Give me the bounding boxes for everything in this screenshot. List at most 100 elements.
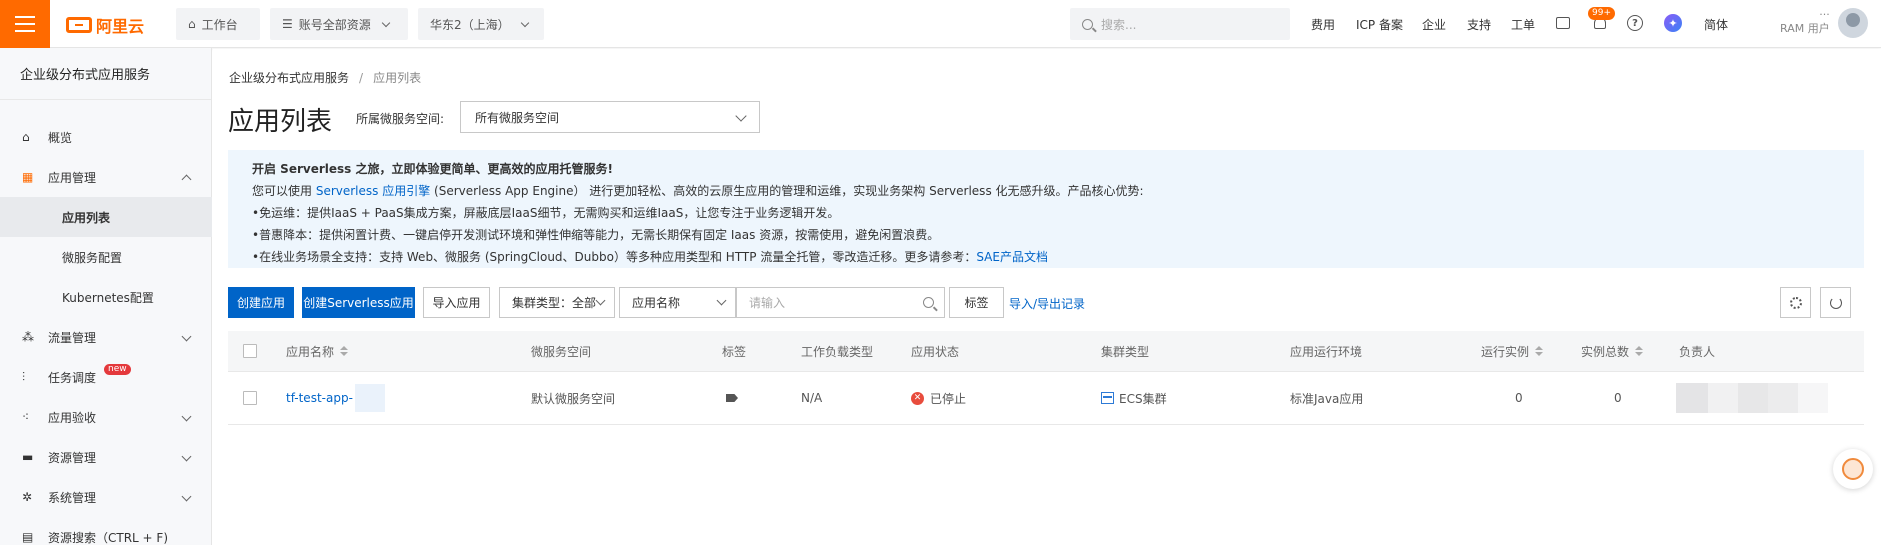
sidebar-title: 企业级分布式应用服务 [0, 48, 211, 100]
menu-icon[interactable] [0, 0, 50, 48]
refresh-button[interactable] [1820, 287, 1851, 318]
app-name-filter-select[interactable]: 应用名称 [619, 287, 736, 318]
nav-support[interactable]: 支持 [1467, 0, 1491, 48]
floating-assistant-button[interactable] [1833, 449, 1873, 489]
nav-icp[interactable]: ICP 备案 [1356, 0, 1403, 48]
nav-ticket[interactable]: 工单 [1511, 0, 1535, 48]
sidebar-item-label: 资源管理 [48, 450, 97, 465]
sidebar-item-system[interactable]: ✲ 系统管理 [0, 477, 212, 517]
column-header-running[interactable]: 运行实例 [1481, 331, 1544, 371]
assistant-icon[interactable]: ✦ [1664, 14, 1682, 32]
column-header-workload: 工作负载类型 [801, 344, 874, 359]
sidebar-item-resource-search[interactable]: ▤ 资源搜索（CTRL + F) [0, 517, 212, 545]
total-instances-cell: 0 [1614, 391, 1622, 405]
user-info[interactable]: ··· RAM 用户 [1780, 8, 1830, 36]
new-badge: new [104, 364, 131, 375]
table-row[interactable]: tf-test-app- 默认微服务空间 N/A ✕ 已停止 ECS集群 标准J… [228, 372, 1864, 425]
sort-icon[interactable] [1635, 346, 1644, 356]
create-app-button[interactable]: 创建应用 [228, 287, 294, 318]
sidebar-item-label: 概览 [48, 130, 73, 145]
column-header-total[interactable]: 实例总数 [1581, 331, 1644, 371]
notification-badge: 99+ [1588, 7, 1615, 20]
refresh-icon [1829, 296, 1842, 309]
column-header-namespace: 微服务空间 [531, 344, 592, 359]
table-header: 应用名称 微服务空间 标签 工作负载类型 应用状态 集群类型 应用运行环境 运行… [228, 331, 1864, 372]
user-name-masked: ··· [1819, 8, 1830, 21]
tag-icon[interactable] [726, 372, 738, 424]
language-switch[interactable]: 简体 [1704, 0, 1728, 48]
sidebar-item-label: 应用验收 [48, 410, 97, 425]
select-all-checkbox[interactable] [243, 331, 257, 371]
search-placeholder: 搜索... [1101, 17, 1137, 32]
chevron-down-icon [381, 18, 391, 27]
sidebar-item-app-list[interactable]: 应用列表 [0, 197, 212, 237]
workbench-button[interactable]: ⌂ 工作台 [176, 8, 260, 40]
import-export-records-link[interactable]: 导入/导出记录 [1009, 295, 1085, 312]
help-icon[interactable]: ? [1626, 14, 1644, 32]
column-header-runtime: 应用运行环境 [1290, 344, 1363, 359]
sidebar-item-app-management[interactable]: ▦ 应用管理 [0, 157, 212, 197]
sort-icon[interactable] [340, 346, 349, 356]
avatar[interactable] [1838, 8, 1868, 38]
breadcrumb: 企业级分布式应用服务 / 应用列表 [229, 69, 421, 86]
cluster-type-select[interactable]: 集群类型：全部 [499, 287, 615, 318]
aliyun-logo[interactable]: 阿里云 [66, 13, 144, 37]
column-header-app-name[interactable]: 应用名称 [286, 331, 349, 371]
search-keyword-input[interactable]: 请输入 [736, 287, 945, 318]
nav-enterprise[interactable]: 企业 [1422, 0, 1446, 48]
app-name-cell[interactable]: tf-test-app- [286, 372, 385, 424]
column-header-tags: 标签 [722, 344, 747, 359]
main-content: 企业级分布式应用服务 / 应用列表 应用列表 所属微服务空间: 所有微服务空间 开启… [213, 49, 1881, 545]
sidebar-item-label: 资源搜索（CTRL + F) [48, 530, 169, 545]
home-icon: ⌂ [22, 130, 30, 144]
sae-docs-link[interactable]: SAE产品文档 [976, 250, 1048, 264]
acceptance-icon: ⁖ [22, 410, 30, 424]
chevron-down-icon [520, 18, 529, 27]
row-checkbox[interactable] [243, 372, 257, 424]
serverless-engine-link[interactable]: Serverless 应用引擎 [316, 184, 430, 198]
namespace-select[interactable]: 所有微服务空间 [460, 101, 760, 133]
home-icon: ⌂ [188, 17, 196, 31]
serverless-notice: 开启 Serverless 之旅，立即体验更简单、更高效的应用托管服务! 您可以… [228, 150, 1864, 268]
cluster-type-value: 集群类型：全部 [512, 296, 597, 310]
sidebar-item-traffic[interactable]: ⁂ 流量管理 [0, 317, 212, 357]
chevron-down-icon [181, 331, 192, 342]
breadcrumb-root[interactable]: 企业级分布式应用服务 [229, 71, 349, 85]
notice-heading: 开启 Serverless 之旅，立即体验更简单、更高效的应用托管服务! [252, 162, 613, 176]
traffic-icon: ⁂ [22, 330, 34, 344]
workbench-label: 工作台 [201, 17, 238, 32]
region-dropdown[interactable]: 华东2（上海） [418, 8, 544, 40]
namespace-label: 所属微服务空间: [356, 112, 445, 126]
sidebar-item-label: 应用管理 [48, 170, 97, 185]
import-app-button[interactable]: 导入应用 [423, 287, 490, 318]
region-label: 华东2（上海） [430, 17, 510, 32]
sidebar-item-kubernetes-config[interactable]: Kubernetes配置 [0, 277, 212, 317]
sidebar-item-microservice-config[interactable]: 微服务配置 [0, 237, 212, 277]
settings-button[interactable] [1780, 287, 1811, 318]
sidebar-item-resources[interactable]: ▬ 资源管理 [0, 437, 212, 477]
search-input[interactable]: 搜索... [1070, 8, 1290, 40]
namespace-cell: 默认微服务空间 [531, 391, 616, 406]
sort-icon[interactable] [1535, 346, 1544, 356]
gear-icon [1789, 296, 1802, 309]
sidebar-item-label: Kubernetes配置 [62, 290, 154, 305]
search-icon[interactable] [923, 297, 934, 308]
status-text: 已停止 [930, 391, 967, 406]
sidebar-item-label: 流量管理 [48, 330, 97, 345]
account-scope-dropdown[interactable]: ☰ 账号全部资源 [270, 8, 408, 40]
sidebar-item-label: 任务调度 [48, 370, 97, 385]
chevron-down-icon [181, 491, 192, 502]
create-serverless-app-button[interactable]: 创建Serverless应用 [302, 287, 415, 318]
search-icon [1082, 18, 1093, 30]
terminal-icon[interactable] [1554, 14, 1572, 32]
resource-search-icon: ▤ [22, 530, 34, 544]
logo-text: 阿里云 [96, 17, 145, 36]
page-title: 应用列表 [228, 107, 333, 137]
tag-filter-button[interactable]: 标签 [949, 287, 1004, 318]
sidebar-item-acceptance[interactable]: ⁖ 应用验收 [0, 397, 212, 437]
sidebar-item-scheduling[interactable]: ⫶ 任务调度 new [0, 357, 212, 397]
sidebar-item-overview[interactable]: ⌂ 概览 [0, 117, 212, 157]
nav-fees[interactable]: 费用 [1311, 0, 1335, 48]
app-name-link[interactable]: tf-test-app- [286, 391, 353, 405]
sidebar: 企业级分布式应用服务 ⌂ 概览 ▦ 应用管理 应用列表 微服务配置 Kubern… [0, 48, 212, 545]
